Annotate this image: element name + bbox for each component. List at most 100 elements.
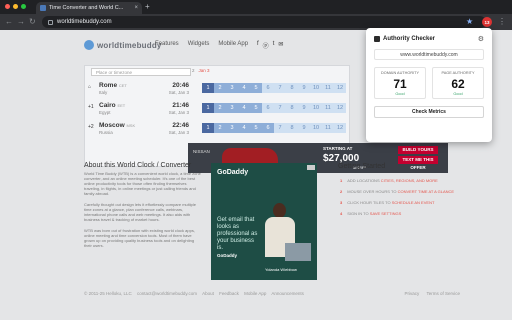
- twitter-icon[interactable]: t: [273, 41, 275, 50]
- settings-gear-icon[interactable]: ⚙: [478, 35, 484, 43]
- footer: © 2011-25 Helloku, LLC contact@worldtime…: [84, 291, 460, 296]
- hour-tile[interactable]: 12: [334, 103, 346, 113]
- date-selector[interactable]: Jan 3: [199, 68, 210, 73]
- maximize-window-button[interactable]: [21, 4, 26, 9]
- hour-tile[interactable]: 10: [310, 83, 322, 93]
- step-number: 2: [340, 189, 343, 194]
- extension-icon[interactable]: 13: [482, 17, 492, 27]
- hour-tile[interactable]: 6: [262, 103, 274, 113]
- close-tab-icon[interactable]: ×: [134, 5, 138, 11]
- minimize-window-button[interactable]: [13, 4, 18, 9]
- ad-choices-icon[interactable]: [307, 165, 315, 170]
- hour-tile[interactable]: 6: [262, 123, 274, 133]
- hour-tile[interactable]: 8: [286, 83, 298, 93]
- city-date: Sat, Jan 3: [168, 110, 189, 115]
- city-row-cairo[interactable]: +1 Cairo EET Egypt 21:46 Sat, Jan 3: [85, 100, 193, 118]
- privacy-link[interactable]: Privacy: [404, 291, 419, 296]
- facebook-icon[interactable]: f: [257, 41, 259, 50]
- terms-link[interactable]: Terms of Service: [426, 291, 460, 296]
- site-info-icon[interactable]: [48, 19, 53, 25]
- city-row-rome[interactable]: ⌂ Rome CET Italy 20:46 Sat, Jan 3: [85, 80, 193, 98]
- hour-tile[interactable]: 5: [250, 123, 262, 133]
- pinterest-icon[interactable]: ⓟ: [263, 41, 269, 50]
- search-input[interactable]: Place or timezone: [91, 68, 191, 76]
- new-tab-icon[interactable]: +: [145, 2, 150, 11]
- city-time: 20:46: [172, 82, 189, 89]
- hour-tile[interactable]: 12: [334, 123, 346, 133]
- step-item: 1 ADD LOCATIONS CITIES, REGIONS, AND MOR…: [340, 178, 438, 183]
- ad-brand: NISSAN: [193, 149, 210, 154]
- hour-tile[interactable]: 9: [298, 83, 310, 93]
- browser-tab[interactable]: Time Converter and World C... ×: [36, 2, 142, 14]
- back-icon[interactable]: ←: [5, 17, 13, 27]
- hour-strip-cairo: 1 2 3 4 5 6 7 8 9 10 11 12: [202, 103, 346, 113]
- domain-authority-card: DOMAIN AUTHORITY 71 Good: [374, 67, 426, 99]
- step-highlight: CONVERT TIME AT A GLANCE: [397, 189, 455, 194]
- close-window-button[interactable]: [5, 4, 10, 9]
- reload-icon[interactable]: ↻: [29, 17, 36, 27]
- nav-mobile-app[interactable]: Mobile App: [218, 41, 248, 47]
- hour-tile[interactable]: 5: [250, 103, 262, 113]
- hour-tile[interactable]: 9: [298, 123, 310, 133]
- email-icon[interactable]: ✉: [278, 41, 283, 50]
- hour-tile[interactable]: 11: [322, 103, 334, 113]
- address-bar[interactable]: worldtimebuddy.com: [42, 16, 486, 28]
- hour-tile[interactable]: 7: [274, 123, 286, 133]
- nav-widgets[interactable]: Widgets: [188, 41, 210, 47]
- forward-icon[interactable]: →: [17, 17, 25, 27]
- site-name: worldtimebuddy: [97, 40, 162, 50]
- city-country: Egypt: [99, 110, 111, 115]
- hour-tile[interactable]: 2: [214, 103, 226, 113]
- hour-tile[interactable]: 8: [286, 123, 298, 133]
- hour-tile[interactable]: 1: [202, 123, 214, 133]
- hour-tile[interactable]: 6: [262, 83, 274, 93]
- bookmark-star-icon[interactable]: ★: [466, 17, 473, 26]
- step-highlight[interactable]: SAVE SETTINGS: [370, 211, 402, 216]
- hour-tile[interactable]: 8: [286, 103, 298, 113]
- domain-field[interactable]: www.worldtimebuddy.com: [374, 49, 484, 60]
- laptop-image: [285, 243, 311, 261]
- browser-menu-icon[interactable]: ⋮: [498, 17, 506, 26]
- hour-tile[interactable]: 3: [226, 103, 238, 113]
- hour-tile[interactable]: 4: [238, 103, 250, 113]
- feedback-link[interactable]: Feedback: [219, 291, 239, 296]
- hour-tile[interactable]: 3: [226, 123, 238, 133]
- build-yours-button[interactable]: BUILD YOURS: [398, 146, 438, 154]
- hour-tile[interactable]: 11: [322, 83, 334, 93]
- hour-tile[interactable]: 7: [274, 83, 286, 93]
- announcements-link[interactable]: Announcements: [271, 291, 304, 296]
- hour-tile[interactable]: 10: [310, 123, 322, 133]
- about-paragraph-1: World Time Buddy (WTB) is a convenient w…: [84, 171, 201, 196]
- step-item: 2 MOUSE OVER HOURS TO CONVERT TIME AT A …: [340, 189, 454, 194]
- hour-tile[interactable]: 5: [250, 83, 262, 93]
- check-metrics-button[interactable]: Check Metrics: [374, 106, 484, 118]
- hour-tile[interactable]: 2: [214, 83, 226, 93]
- city-row-moscow[interactable]: +2 Moscow MSK Russia 22:46 Sat, Jan 3: [85, 120, 193, 138]
- authority-checker-icon: [374, 36, 380, 42]
- hour-tile[interactable]: 10: [310, 103, 322, 113]
- side-ad[interactable]: GoDaddy Get email that looks as professi…: [211, 163, 317, 280]
- hour-tile[interactable]: 11: [322, 123, 334, 133]
- hour-tile[interactable]: 7: [274, 103, 286, 113]
- hour-tile[interactable]: 4: [238, 123, 250, 133]
- mobile-app-link[interactable]: Mobile App: [244, 291, 266, 296]
- step-number: 1: [340, 178, 343, 183]
- text-me-offer-button[interactable]: TEXT ME THIS OFFER: [398, 156, 438, 170]
- about-link[interactable]: About: [202, 291, 214, 296]
- ad-side-copy: Get email that looks as professional as …: [217, 217, 258, 251]
- offset-label: +1: [88, 104, 94, 110]
- hour-tile[interactable]: 2: [214, 123, 226, 133]
- hour-tile[interactable]: 1: [202, 83, 214, 93]
- hour-tile[interactable]: 3: [226, 83, 238, 93]
- offset-label: +2: [88, 124, 94, 130]
- domain-authority-value: 71: [393, 77, 407, 91]
- contact-link[interactable]: contact@worldtimebuddy.com: [137, 291, 197, 296]
- hour-tile[interactable]: 4: [238, 83, 250, 93]
- ad-person-image: [263, 203, 295, 277]
- nav-features[interactable]: Features: [155, 41, 179, 47]
- ad-side-brand: GoDaddy: [217, 169, 249, 176]
- hour-tile[interactable]: 1: [202, 103, 214, 113]
- site-logo[interactable]: worldtimebuddy: [84, 40, 162, 50]
- hour-tile[interactable]: 12: [334, 83, 346, 93]
- hour-tile[interactable]: 9: [298, 103, 310, 113]
